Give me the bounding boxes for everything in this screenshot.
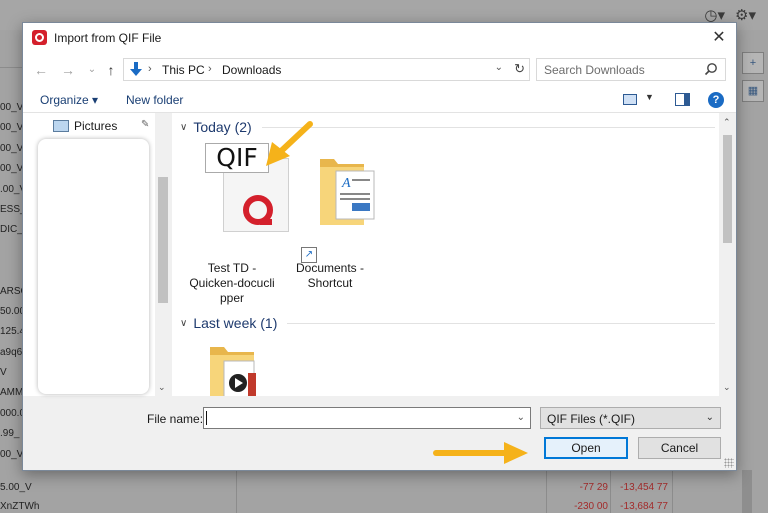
redacted-area: [38, 139, 149, 394]
chevron-down-icon[interactable]: ⌄: [723, 382, 731, 393]
quicken-logo-icon: [32, 30, 47, 45]
background-row: XnZTWh -230 00 -13,684 77: [0, 501, 668, 512]
background-list-item: 000.0: [0, 407, 22, 419]
background-list-item: 125.4: [0, 326, 22, 338]
pictures-icon: [53, 120, 69, 132]
background-list-item: AMM: [0, 387, 22, 399]
file-item-qif[interactable]: QIF Test TD - Quicken-docucli pper: [184, 113, 289, 313]
preview-pane-icon[interactable]: [675, 93, 690, 106]
command-bar: Organize ▾ New folder ▼ ?: [23, 87, 736, 113]
nav-item-label: Pictures: [74, 119, 118, 133]
svg-text:A: A: [341, 176, 351, 191]
file-name-line: Shortcut: [307, 276, 353, 290]
refresh-icon[interactable]: ↻: [514, 61, 525, 77]
group-label: Last week (1): [193, 315, 278, 331]
video-folder-icon[interactable]: [208, 347, 268, 396]
background-right-toolbar: + ▦: [742, 52, 764, 108]
chevron-down-icon[interactable]: ⌄: [495, 62, 503, 73]
file-name-input[interactable]: ⌄: [203, 407, 531, 429]
background-list-item: ESS_: [0, 203, 22, 215]
breadcrumb-this-pc[interactable]: This PC: [162, 63, 205, 77]
file-type-value: QIF Files (*.QIF): [547, 412, 635, 426]
breadcrumb-downloads[interactable]: Downloads: [222, 63, 281, 77]
nav-scrollbar[interactable]: ⌄: [155, 113, 171, 396]
nav-scroll-thumb[interactable]: [158, 177, 168, 303]
download-arrow-icon: [130, 62, 142, 76]
background-list-item: 00_V: [0, 102, 22, 113]
dialog-title: Import from QIF File: [54, 31, 162, 45]
nav-item-pictures[interactable]: Pictures: [53, 119, 117, 133]
background-row: 5.00_V -77 29 -13,454 77: [0, 482, 668, 493]
chevron-down-icon[interactable]: ⌄: [158, 382, 166, 393]
cancel-button[interactable]: Cancel: [638, 437, 721, 459]
group-header-last-week[interactable]: ∨ Last week (1): [180, 315, 715, 331]
import-qif-dialog: Import from QIF File ✕ ← → ⌄ ↑ › This PC…: [22, 22, 737, 471]
organize-menu[interactable]: Organize ▾: [40, 93, 98, 107]
grid-icon: ▦: [742, 80, 764, 102]
background-scrollbar: [742, 470, 752, 513]
forward-button[interactable]: →: [60, 62, 76, 78]
up-button[interactable]: ↑: [103, 62, 119, 78]
view-dropdown-icon[interactable]: ▼: [645, 92, 654, 102]
chevron-down-icon: ⌄: [705, 412, 714, 423]
background-list-item: .00_V: [0, 183, 22, 195]
chevron-down-icon: ∨: [180, 317, 188, 329]
background-list-item: .99_: [0, 428, 20, 440]
file-item-documents-shortcut[interactable]: A ↗ Documents - Shortcut: [282, 113, 378, 293]
plus-icon: +: [742, 52, 764, 74]
back-button[interactable]: ←: [33, 62, 49, 78]
background-list-item: 00_V: [0, 142, 22, 154]
chevron-down-icon[interactable]: ⌄: [517, 412, 525, 423]
new-folder-button[interactable]: New folder: [126, 93, 183, 107]
search-placeholder: Search Downloads: [544, 63, 645, 77]
background-list-item: 00_V: [0, 122, 22, 134]
breadcrumb-separator: ›: [148, 63, 152, 75]
navigation-pane: Pictures ✎ ⌄: [23, 113, 171, 396]
qif-badge: QIF: [205, 143, 269, 173]
close-button[interactable]: ✕: [702, 23, 736, 53]
quicken-logo-icon: [243, 195, 273, 225]
background-list-item: 00_V: [0, 448, 22, 460]
background-list-item: V: [0, 367, 7, 379]
file-name-line: Quicken-docucli: [189, 276, 275, 290]
file-list-pane: ∨ Today (2) QIF Test TD - Quicken-docucl…: [172, 113, 719, 396]
resize-grip-icon[interactable]: [724, 458, 734, 468]
background-list-item: [0, 241, 22, 261]
file-pane-scrollbar[interactable]: ⌃ ⌄: [719, 113, 736, 396]
background-list-item: 00_V: [0, 163, 22, 175]
file-pane-scroll-thumb[interactable]: [723, 135, 732, 243]
file-name-line: pper: [219, 291, 245, 305]
background-register-list: 00_V 00_V 00_V 00_V .00_V ESS_ DIC_ ARSC 50.00 12…: [0, 98, 22, 465]
search-icon: [704, 63, 717, 76]
file-name-line: Documents -: [295, 261, 365, 275]
recent-locations-button[interactable]: ⌄: [84, 62, 100, 78]
background-list-item: 50.00: [0, 305, 22, 317]
file-name-line: Test TD -: [207, 261, 257, 275]
dialog-titlebar: Import from QIF File ✕: [23, 23, 736, 53]
address-bar[interactable]: › This PC › Downloads ⌄ ↻: [123, 58, 530, 81]
background-list-item: ARSC: [0, 285, 22, 297]
address-row: ← → ⌄ ↑ › This PC › Downloads ⌄ ↻ Search…: [23, 53, 736, 87]
search-input[interactable]: Search Downloads: [536, 58, 726, 81]
open-button[interactable]: Open: [544, 437, 628, 459]
background-list-item: [0, 261, 22, 281]
background-list-item: a9q6: [0, 346, 22, 358]
view-icon[interactable]: [623, 94, 637, 105]
chevron-up-icon[interactable]: ⌃: [723, 117, 731, 128]
file-type-select[interactable]: QIF Files (*.QIF) ⌄: [540, 407, 721, 429]
file-name-label: File name:: [147, 412, 204, 426]
folder-icon: A: [320, 159, 375, 225]
breadcrumb-separator: ›: [208, 63, 212, 75]
text-caret: [206, 411, 207, 425]
pin-icon: ✎: [141, 119, 150, 130]
background-list-item: DIC_: [0, 224, 22, 236]
gear-icon: ⚙▾: [735, 7, 756, 24]
help-icon[interactable]: ?: [708, 92, 724, 108]
background-toolbar: [0, 52, 22, 68]
